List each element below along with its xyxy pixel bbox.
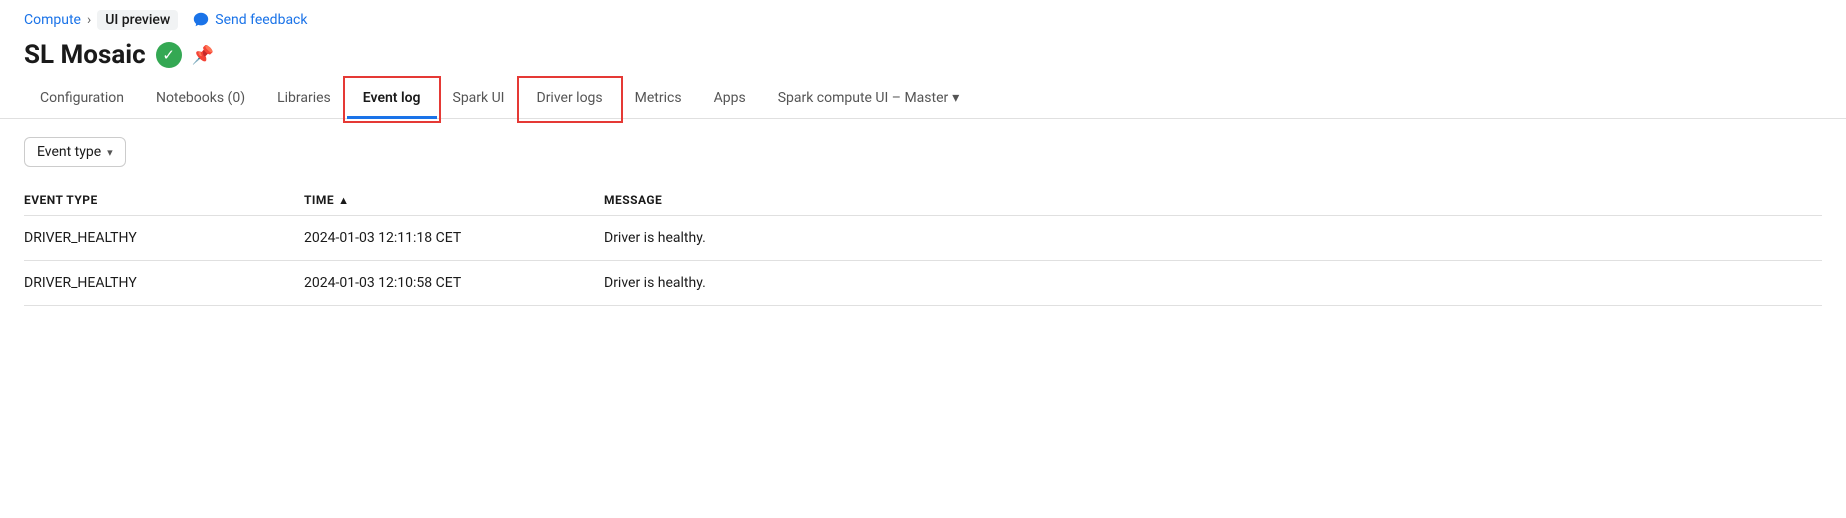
- cell-message-2: Driver is healthy.: [604, 275, 1822, 291]
- breadcrumb-current: UI preview: [97, 10, 178, 30]
- breadcrumb-separator: ›: [87, 12, 91, 28]
- tab-spark-compute-label: Spark compute UI – Master: [778, 90, 949, 106]
- feedback-icon: [192, 11, 210, 29]
- sort-arrow-icon: ▲: [338, 194, 349, 207]
- pin-icon: 📌: [192, 45, 214, 66]
- cell-event-type-2: DRIVER_HEALTHY: [24, 275, 304, 291]
- send-feedback-label: Send feedback: [215, 12, 307, 28]
- tab-metrics[interactable]: Metrics: [619, 80, 698, 119]
- col-header-time[interactable]: TIME ▲: [304, 193, 604, 207]
- cell-event-type-1: DRIVER_HEALTHY: [24, 230, 304, 246]
- cell-message-1: Driver is healthy.: [604, 230, 1822, 246]
- col-header-message: MESSAGE: [604, 193, 1822, 207]
- event-type-filter[interactable]: Event type ▾: [24, 137, 126, 167]
- tab-apps[interactable]: Apps: [698, 80, 762, 119]
- tab-notebooks[interactable]: Notebooks (0): [140, 80, 261, 119]
- tab-spark-ui[interactable]: Spark UI: [437, 80, 521, 119]
- event-log-table: EVENT TYPE TIME ▲ MESSAGE DRIVER_HEALTHY…: [24, 185, 1822, 306]
- chevron-down-icon: ▾: [107, 146, 113, 159]
- status-healthy-icon: ✓: [156, 42, 182, 68]
- tab-libraries[interactable]: Libraries: [261, 80, 347, 119]
- send-feedback-link[interactable]: Send feedback: [192, 11, 307, 29]
- breadcrumb-compute-link[interactable]: Compute: [24, 12, 81, 28]
- content-area: Event type ▾ EVENT TYPE TIME ▲ MESSAGE D…: [0, 119, 1846, 324]
- tab-configuration[interactable]: Configuration: [24, 80, 140, 119]
- table-header: EVENT TYPE TIME ▲ MESSAGE: [24, 185, 1822, 216]
- tab-event-log[interactable]: Event log: [347, 80, 437, 119]
- cell-time-2: 2024-01-03 12:10:58 CET: [304, 275, 604, 291]
- cell-time-1: 2024-01-03 12:11:18 CET: [304, 230, 604, 246]
- tab-driver-logs[interactable]: Driver logs: [521, 80, 619, 119]
- top-bar: Compute › UI preview Send feedback: [0, 0, 1846, 36]
- filter-row: Event type ▾: [24, 137, 1822, 167]
- page-header: SL Mosaic ✓ 📌: [0, 36, 1846, 70]
- event-type-filter-label: Event type: [37, 144, 101, 160]
- tab-spark-compute[interactable]: Spark compute UI – Master ▾: [762, 80, 976, 119]
- col-header-event-type: EVENT TYPE: [24, 193, 304, 207]
- table-row: DRIVER_HEALTHY 2024-01-03 12:10:58 CET D…: [24, 261, 1822, 306]
- page-title: SL Mosaic: [24, 40, 146, 70]
- tabs-bar: Configuration Notebooks (0) Libraries Ev…: [0, 80, 1846, 119]
- table-row: DRIVER_HEALTHY 2024-01-03 12:11:18 CET D…: [24, 216, 1822, 261]
- spark-compute-chevron-icon: ▾: [952, 90, 959, 106]
